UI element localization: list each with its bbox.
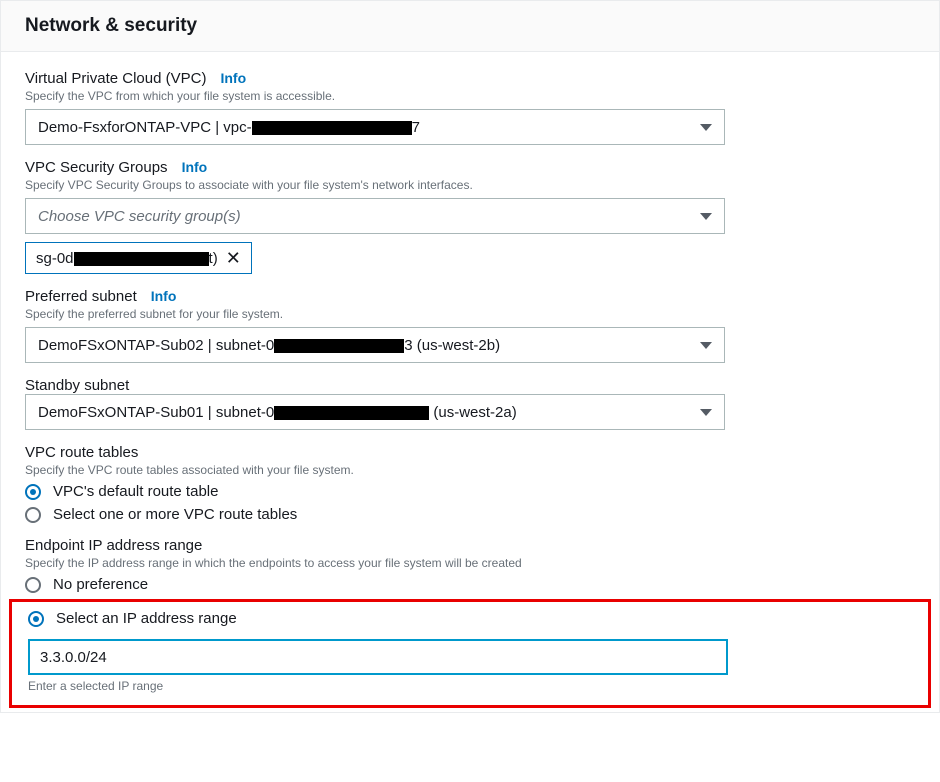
ip-range-hint: Enter a selected IP range <box>28 679 912 693</box>
panel-title: Network & security <box>1 1 939 52</box>
route-option-select-label: Select one or more VPC route tables <box>53 506 297 523</box>
standby-subnet-select[interactable]: DemoFSxONTAP-Sub01 | subnet-0 (us-west-2… <box>25 394 725 430</box>
chevron-down-icon <box>700 124 712 131</box>
ip-range-value: 3.3.0.0/24 <box>40 649 107 666</box>
route-option-default[interactable]: VPC's default route table <box>25 483 915 500</box>
radio-icon <box>28 611 44 627</box>
endpoint-option-nopref[interactable]: No preference <box>25 576 915 593</box>
sg-label: VPC Security Groups <box>25 159 168 176</box>
radio-icon <box>25 484 41 500</box>
vpc-label: Virtual Private Cloud (VPC) <box>25 70 206 87</box>
route-option-default-label: VPC's default route table <box>53 483 218 500</box>
preferred-subnet-field: Preferred subnet Info Specify the prefer… <box>25 288 915 363</box>
endpoint-option-select-range[interactable]: Select an IP address range <box>28 610 912 627</box>
ip-range-input[interactable]: 3.3.0.0/24 <box>28 639 728 675</box>
vpc-select-value: Demo-FsxforONTAP-VPC | vpc-7 <box>38 119 420 136</box>
standby-subnet-field: Standby subnet DemoFSxONTAP-Sub01 | subn… <box>25 377 915 430</box>
route-tables-hint: Specify the VPC route tables associated … <box>25 463 915 477</box>
radio-icon <box>25 577 41 593</box>
endpoint-field: Endpoint IP address range Specify the IP… <box>25 537 915 708</box>
chevron-down-icon <box>700 342 712 349</box>
close-icon[interactable]: ✕ <box>226 249 241 267</box>
endpoint-label: Endpoint IP address range <box>25 537 915 554</box>
route-tables-field: VPC route tables Specify the VPC route t… <box>25 444 915 523</box>
endpoint-hint: Specify the IP address range in which th… <box>25 556 915 570</box>
radio-icon <box>25 507 41 523</box>
preferred-subnet-label: Preferred subnet <box>25 288 137 305</box>
vpc-hint: Specify the VPC from which your file sys… <box>25 89 915 103</box>
redacted-block <box>274 406 429 420</box>
redacted-block <box>74 252 209 266</box>
preferred-subnet-value: DemoFSxONTAP-Sub02 | subnet-03 (us-west-… <box>38 337 500 354</box>
sg-selected-tag: sg-0dt) ✕ <box>25 242 252 274</box>
sg-info-link[interactable]: Info <box>182 159 208 175</box>
sg-tag-text: sg-0dt) <box>36 250 218 267</box>
route-tables-label: VPC route tables <box>25 444 915 461</box>
highlight-annotation: Select an IP address range 3.3.0.0/24 En… <box>9 599 931 708</box>
endpoint-option-select-range-label: Select an IP address range <box>56 610 237 627</box>
chevron-down-icon <box>700 409 712 416</box>
vpc-select[interactable]: Demo-FsxforONTAP-VPC | vpc-7 <box>25 109 725 145</box>
vpc-info-link[interactable]: Info <box>220 70 246 86</box>
endpoint-option-nopref-label: No preference <box>53 576 148 593</box>
sg-placeholder: Choose VPC security group(s) <box>38 208 241 225</box>
vpc-field: Virtual Private Cloud (VPC) Info Specify… <box>25 70 915 145</box>
standby-subnet-label: Standby subnet <box>25 377 129 394</box>
preferred-subnet-info-link[interactable]: Info <box>151 288 177 304</box>
redacted-block <box>274 339 404 353</box>
standby-subnet-value: DemoFSxONTAP-Sub01 | subnet-0 (us-west-2… <box>38 404 517 421</box>
route-option-select[interactable]: Select one or more VPC route tables <box>25 506 915 523</box>
redacted-block <box>252 121 412 135</box>
sg-select[interactable]: Choose VPC security group(s) <box>25 198 725 234</box>
preferred-subnet-select[interactable]: DemoFSxONTAP-Sub02 | subnet-03 (us-west-… <box>25 327 725 363</box>
preferred-subnet-hint: Specify the preferred subnet for your fi… <box>25 307 915 321</box>
sg-field: VPC Security Groups Info Specify VPC Sec… <box>25 159 915 274</box>
network-security-panel: Network & security Virtual Private Cloud… <box>0 0 940 713</box>
chevron-down-icon <box>700 213 712 220</box>
sg-hint: Specify VPC Security Groups to associate… <box>25 178 915 192</box>
